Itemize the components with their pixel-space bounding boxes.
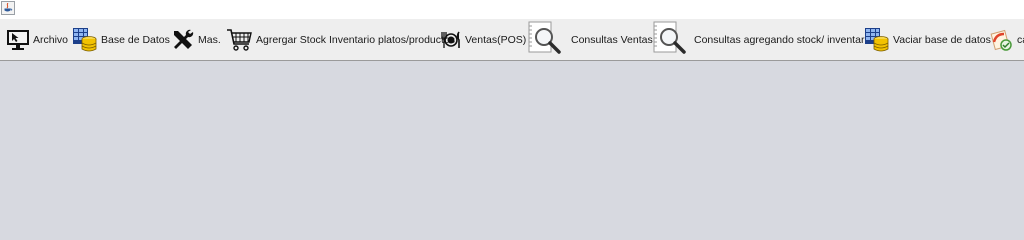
menu-agregar-stock-label: Agrergar Stock Inventario platos/product… (256, 34, 456, 46)
menu-ventas-pos-label: Ventas(POS) (465, 34, 527, 46)
menu-mas[interactable]: Mas. (171, 19, 221, 61)
menu-base-de-datos[interactable]: Base de Datos (72, 19, 170, 61)
menu-consultas-stock-label: Consultas agregando stock/ inventario (694, 34, 873, 46)
menu-ventas-pos[interactable]: Ventas(POS) (440, 19, 526, 61)
menu-vaciar-base-de-datos[interactable]: Vaciar base de datos (864, 19, 991, 61)
menu-consultas-stock[interactable]: Consultas agregando stock/ inventario (652, 19, 873, 61)
magnifier-document-icon (528, 21, 561, 54)
cart-icon (227, 29, 252, 51)
menu-mas-label: Mas. (198, 34, 221, 46)
menu-archivo[interactable]: Archivo (6, 19, 68, 61)
title-bar (0, 0, 1024, 19)
menu-vaciar-base-de-datos-label: Vaciar base de datos (893, 34, 991, 46)
database-icon (73, 28, 97, 52)
monitor-icon (7, 30, 29, 50)
menu-archivo-label: Archivo (33, 34, 69, 46)
menu-base-de-datos-label: Base de Datos (101, 34, 170, 46)
magnifier-document-icon (653, 21, 686, 54)
dining-icon (441, 31, 460, 48)
main-toolbar: Archivo Base de Datos Mas. Agrergar Stoc… (0, 19, 1024, 61)
menu-cambiar[interactable]: ca (990, 19, 1024, 61)
menu-agregar-stock[interactable]: Agrergar Stock Inventario platos/product… (226, 19, 455, 61)
tools-icon (174, 29, 194, 49)
desktop-area (0, 62, 1024, 214)
menu-consultas-ventas-label: Consultas Ventas (571, 34, 653, 46)
refresh-icon (990, 29, 1012, 51)
menu-consultas-ventas[interactable]: Consultas Ventas (527, 19, 653, 61)
java-cup-icon[interactable] (1, 1, 15, 15)
database-icon (865, 28, 889, 52)
menu-cambiar-label: ca (1017, 34, 1024, 46)
